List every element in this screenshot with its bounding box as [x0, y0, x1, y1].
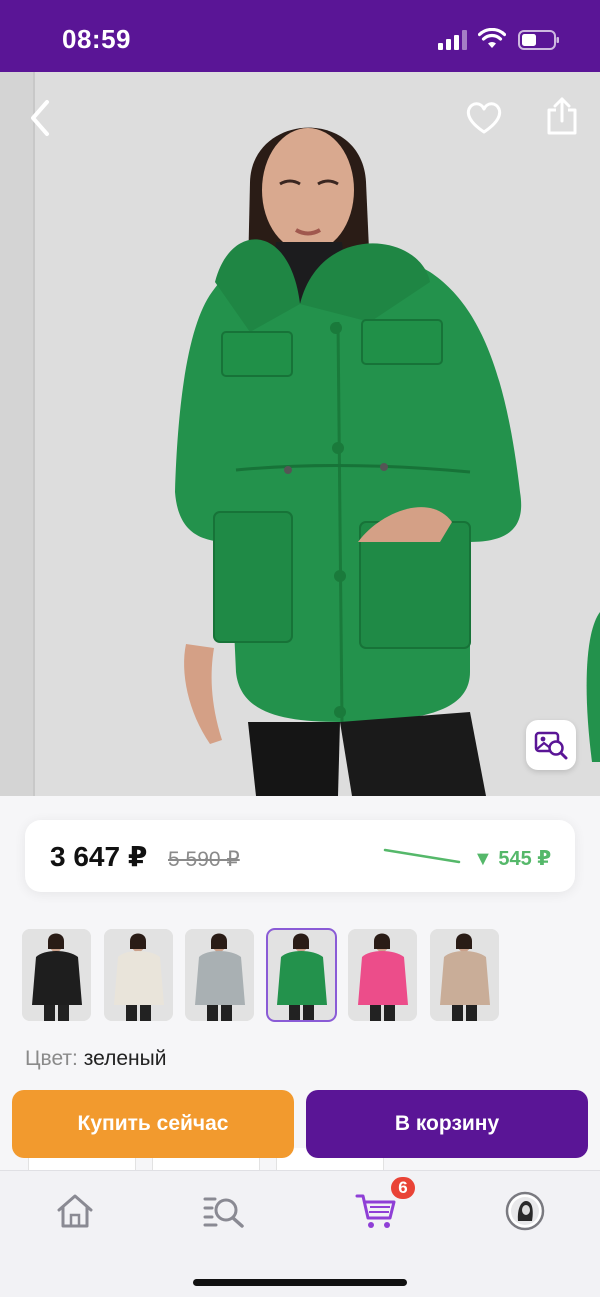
- tab-profile[interactable]: [503, 1189, 547, 1233]
- variant-photo: [185, 929, 254, 1021]
- tab-bar: 6: [0, 1170, 600, 1297]
- visual-search-button[interactable]: [526, 720, 576, 770]
- color-variant-thumbnail[interactable]: [429, 929, 499, 1021]
- heart-icon: [466, 102, 502, 134]
- profile-avatar: [505, 1191, 545, 1231]
- color-info: Цвет: зеленый: [25, 1047, 166, 1071]
- add-to-cart-button[interactable]: В корзину: [306, 1090, 588, 1158]
- visual-search-icon: [534, 731, 568, 760]
- share-icon: [547, 97, 577, 135]
- tab-home[interactable]: [53, 1189, 97, 1233]
- tab-catalog-search[interactable]: [202, 1189, 246, 1233]
- variant-photo: [266, 929, 336, 1021]
- home-indicator: [193, 1279, 407, 1286]
- home-icon: [57, 1194, 93, 1228]
- wifi-icon: [478, 28, 506, 48]
- variant-photo: [348, 929, 417, 1021]
- product-photo: [0, 72, 600, 796]
- status-bar: 08:59: [0, 0, 600, 72]
- price-card: 3 647 ₽ 5 590 ₽ ▼ 545 ₽: [25, 820, 575, 892]
- catalog-search-icon: [203, 1197, 244, 1228]
- color-variant-thumbnail[interactable]: [348, 929, 417, 1021]
- variant-photo: [22, 929, 91, 1021]
- variant-photo: [429, 929, 499, 1021]
- cart-icon: [355, 1194, 396, 1228]
- color-variant-thumbnail[interactable]: [265, 928, 337, 1022]
- back-icon: [31, 100, 49, 136]
- color-variant-thumbnail[interactable]: [103, 929, 173, 1021]
- color-value: зеленый: [83, 1047, 167, 1070]
- price-drop-amount: ▼ 545 ₽: [473, 848, 552, 870]
- share-button[interactable]: [540, 92, 584, 140]
- cellular-signal-icon: [438, 30, 467, 50]
- back-button[interactable]: [18, 96, 62, 140]
- favorite-button[interactable]: [462, 96, 506, 140]
- product-screen: 08:59 3 647 ₽ 5 590 ₽ ▼ 545 ₽ Цвет: зеле…: [0, 0, 600, 1297]
- buy-now-button[interactable]: Купить сейчас: [12, 1090, 294, 1158]
- battery-icon: [518, 30, 559, 50]
- price-history-trend-icon[interactable]: [383, 844, 463, 866]
- current-price: 3 647 ₽: [50, 841, 148, 872]
- variant-photo: [103, 929, 173, 1021]
- color-variant-thumbnail[interactable]: [185, 929, 254, 1021]
- cart-count-badge: 6: [389, 1175, 417, 1201]
- color-variant-thumbnail[interactable]: [22, 929, 91, 1021]
- product-photo-gallery[interactable]: [0, 72, 600, 796]
- old-price: 5 590 ₽: [168, 848, 240, 871]
- color-label: Цвет:: [25, 1047, 78, 1070]
- status-time: 08:59: [62, 24, 131, 54]
